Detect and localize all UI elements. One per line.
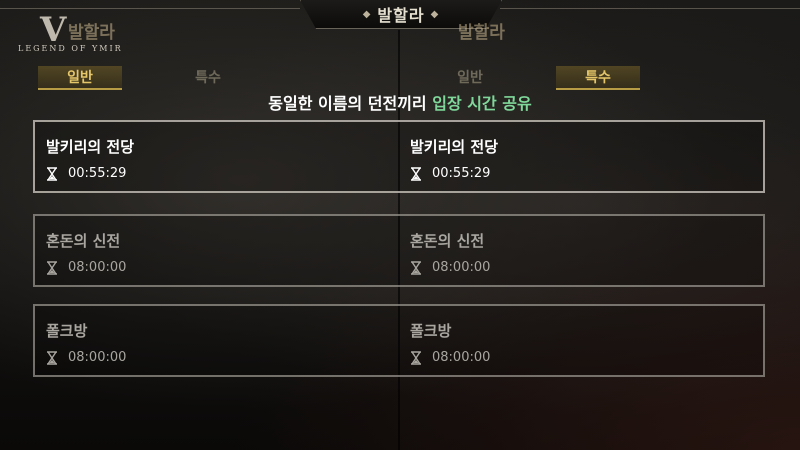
- logo-text: LEGEND OF YMIR: [18, 44, 123, 53]
- hourglass-icon: [410, 260, 422, 275]
- tab-special[interactable]: 특수: [166, 66, 250, 88]
- timer-value: 00:55:29: [432, 166, 491, 181]
- dungeon-card-chaos-temple[interactable]: 혼돈의 신전 08:00:00 혼돈의 신전 08:00:00: [33, 214, 765, 287]
- dungeon-name: 폴크방: [46, 322, 88, 340]
- hourglass-icon: [46, 350, 58, 365]
- dungeon-name: 발키리의 전당: [410, 138, 499, 156]
- hourglass-icon: [46, 166, 58, 181]
- title-ornament-left-icon: ◆: [362, 8, 372, 20]
- timer-value: 08:00:00: [432, 260, 491, 275]
- tab-special-right[interactable]: 특수: [556, 66, 640, 90]
- entry-sharing-notice: 동일한 이름의 던전끼리 입장 시간 공유: [0, 90, 800, 114]
- dungeon-entry-left[interactable]: 혼돈의 신전 08:00:00: [35, 216, 399, 285]
- hourglass-icon: [46, 260, 58, 275]
- timer-value: 08:00:00: [432, 350, 491, 365]
- timer-value: 00:55:29: [68, 166, 127, 181]
- dungeon-timer: 00:55:29: [410, 166, 490, 181]
- dungeon-entry-right[interactable]: 혼돈의 신전 08:00:00: [399, 216, 763, 285]
- tab-general[interactable]: 일반: [38, 66, 122, 90]
- timer-value: 08:00:00: [68, 260, 127, 275]
- dungeon-timer: 08:00:00: [46, 350, 126, 365]
- dungeon-entry-right[interactable]: 발키리의 전당 00:55:29: [399, 122, 763, 191]
- title-text: 발할라: [377, 6, 425, 25]
- notice-prefix: 동일한 이름의 던전끼리: [268, 94, 427, 113]
- left-panel-title: 발할라: [68, 23, 115, 43]
- dungeon-name: 혼돈의 신전: [46, 232, 121, 250]
- dungeon-name: 폴크방: [410, 322, 452, 340]
- dungeon-entry-right[interactable]: 폴크방 08:00:00: [399, 306, 763, 375]
- notice-accent: 입장 시간 공유: [432, 94, 532, 113]
- top-frame-right: [500, 8, 800, 9]
- timer-value: 08:00:00: [68, 350, 127, 365]
- right-panel-title: 발할라: [458, 23, 505, 43]
- hourglass-icon: [410, 166, 422, 181]
- title-ornament-right-icon: ◆: [430, 8, 440, 20]
- dungeon-timer: 00:55:29: [46, 166, 126, 181]
- hourglass-icon: [410, 350, 422, 365]
- dungeon-entry-left[interactable]: 폴크방 08:00:00: [35, 306, 399, 375]
- dungeon-name: 혼돈의 신전: [410, 232, 485, 250]
- dungeon-timer: 08:00:00: [410, 260, 490, 275]
- dungeon-timer: 08:00:00: [46, 260, 126, 275]
- dungeon-card-valkyrie[interactable]: 발키리의 전당 00:55:29 발키리의 전당 00:55:29: [33, 120, 765, 193]
- tab-general-right[interactable]: 일반: [428, 66, 512, 88]
- dungeon-name: 발키리의 전당: [46, 138, 135, 156]
- dungeon-card-folkvang[interactable]: 폴크방 08:00:00 폴크방 08:00:00: [33, 304, 765, 377]
- dungeon-timer: 08:00:00: [410, 350, 490, 365]
- dungeon-entry-left[interactable]: 발키리의 전당 00:55:29: [35, 122, 399, 191]
